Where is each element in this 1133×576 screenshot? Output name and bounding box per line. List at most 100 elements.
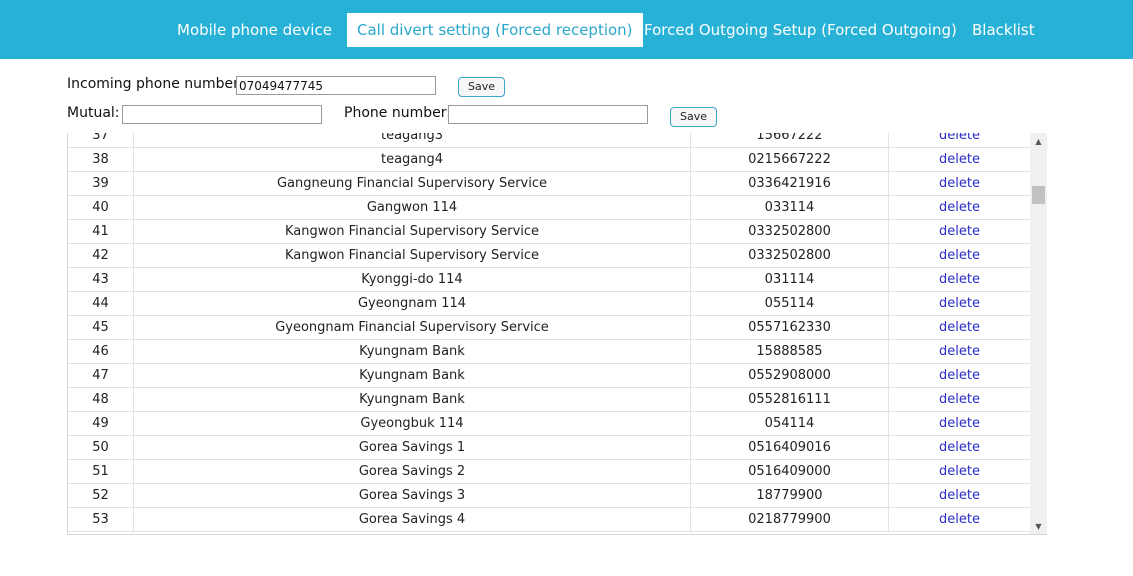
row-delete-link[interactable]: delete: [888, 172, 1030, 196]
row-number: 52: [92, 488, 109, 503]
add-save-button[interactable]: Save: [670, 107, 717, 127]
scroll-down-arrow-icon[interactable]: ▼: [1030, 518, 1047, 534]
row-number: 48: [92, 392, 109, 407]
row-mutual-name: Kangwon Financial Supervisory Service: [133, 244, 690, 268]
row-delete-link[interactable]: delete: [888, 388, 1030, 412]
table-scrollbar[interactable]: ▲ ▼: [1030, 133, 1047, 534]
row-mutual-name: Gangwon 114: [133, 196, 690, 220]
row-number: 46: [92, 344, 109, 359]
row-phone-number: 0516409016: [690, 436, 888, 460]
table-row: 41 Kangwon Financial Supervisory Service 0…: [68, 220, 1030, 244]
row-mutual-name: Gangneung Financial Supervisory Service: [133, 172, 690, 196]
table-row: 47 Kyungnam Bank 0552908000 delete: [68, 364, 1030, 388]
row-delete-link[interactable]: delete: [888, 268, 1030, 292]
row-delete-link[interactable]: delete: [888, 364, 1030, 388]
tab-call-divert-setting[interactable]: Call divert setting (Forced reception): [347, 13, 643, 47]
scroll-up-arrow-icon[interactable]: ▲: [1030, 133, 1047, 150]
table-row: 39 Gangneung Financial Supervisory Servic…: [68, 172, 1030, 196]
table-row: 50 Gorea Savings 1 0516409016 delete: [68, 436, 1030, 460]
row-mutual-name: Kyungnam Bank: [133, 388, 690, 412]
row-mutual-name: Gyeongbuk 114: [133, 412, 690, 436]
row-delete-link[interactable]: delete: [888, 316, 1030, 340]
row-number: 40: [92, 200, 109, 215]
row-delete-link[interactable]: delete: [888, 133, 1030, 148]
phone-number-label: Phone number:: [344, 105, 451, 121]
row-phone-number: 0332502800: [690, 220, 888, 244]
table-row: 52 Gorea Savings 3 18779900 delete: [68, 484, 1030, 508]
table-row: 46 Kyungnam Bank 15888585 delete: [68, 340, 1030, 364]
top-nav-bar: Mobile phone device Call divert setting …: [0, 0, 1133, 59]
row-mutual-name: Gorea Savings 1: [133, 436, 690, 460]
row-delete-link[interactable]: delete: [888, 220, 1030, 244]
table-row: 38 teagang4 0215667222 delete: [68, 148, 1030, 172]
table-row: 40 Gangwon 114 033114 delete: [68, 196, 1030, 220]
row-delete-link[interactable]: delete: [888, 292, 1030, 316]
row-delete-link[interactable]: delete: [888, 196, 1030, 220]
table-row: 37 teagang3 15667222 delete: [68, 133, 1030, 148]
row-phone-number: 054114: [690, 412, 888, 436]
table-row: 48 Kyungnam Bank 0552816111 delete: [68, 388, 1030, 412]
row-number: 43: [92, 272, 109, 287]
row-delete-link[interactable]: delete: [888, 244, 1030, 268]
row-phone-number: 055114: [690, 292, 888, 316]
incoming-save-button[interactable]: Save: [458, 77, 505, 97]
row-phone-number: 031114: [690, 268, 888, 292]
row-mutual-name: teagang3: [133, 133, 690, 148]
row-number: 53: [92, 512, 109, 527]
mutual-label: Mutual:: [67, 105, 120, 121]
table-row: 42 Kangwon Financial Supervisory Service 0…: [68, 244, 1030, 268]
row-number: 38: [92, 152, 109, 167]
row-delete-link[interactable]: delete: [888, 148, 1030, 172]
row-phone-number: 0336421916: [690, 172, 888, 196]
row-mutual-name: Gyeongnam 114: [133, 292, 690, 316]
row-phone-number: 0218779900: [690, 508, 888, 532]
row-number: 51: [92, 464, 109, 479]
row-delete-link[interactable]: delete: [888, 484, 1030, 508]
row-mutual-name: Gorea Savings 4: [133, 508, 690, 532]
row-delete-link[interactable]: delete: [888, 340, 1030, 364]
row-delete-link[interactable]: delete: [888, 412, 1030, 436]
row-mutual-name: Kyungnam Bank: [133, 340, 690, 364]
table-row: 43 Kyonggi-do 114 031114 delete: [68, 268, 1030, 292]
incoming-phone-input[interactable]: [236, 76, 436, 95]
row-number: 50: [92, 440, 109, 455]
row-phone-number: 15888585: [690, 340, 888, 364]
row-number: 47: [92, 368, 109, 383]
row-number: 42: [92, 248, 109, 263]
table-row: 44 Gyeongnam 114 055114 delete: [68, 292, 1030, 316]
row-number: 45: [92, 320, 109, 335]
row-mutual-name: Kyungnam Bank: [133, 364, 690, 388]
table-row: 51 Gorea Savings 2 0516409000 delete: [68, 460, 1030, 484]
row-number: 39: [92, 176, 109, 191]
row-phone-number: 033114: [690, 196, 888, 220]
row-mutual-name: teagang4: [133, 148, 690, 172]
row-delete-link[interactable]: delete: [888, 508, 1030, 532]
table-row: 49 Gyeongbuk 114 054114 delete: [68, 412, 1030, 436]
divert-list-table: 37 teagang3 15667222 delete 38 teagang4 021566…: [67, 133, 1047, 535]
row-delete-link[interactable]: delete: [888, 460, 1030, 484]
tab-blacklist[interactable]: Blacklist: [972, 13, 1035, 47]
scrollbar-thumb[interactable]: [1032, 186, 1045, 204]
row-phone-number: 0215667222: [690, 148, 888, 172]
row-mutual-name: Kyonggi-do 114: [133, 268, 690, 292]
incoming-phone-label: Incoming phone number:: [67, 76, 244, 92]
tab-forced-outgoing-setup[interactable]: Forced Outgoing Setup (Forced Outgoing): [644, 13, 957, 47]
row-mutual-name: Gorea Savings 2: [133, 460, 690, 484]
table-row: 53 Gorea Savings 4 0218779900 delete: [68, 508, 1030, 532]
row-phone-number: 0552816111: [690, 388, 888, 412]
row-phone-number: 0332502800: [690, 244, 888, 268]
phone-number-input[interactable]: [448, 105, 648, 124]
row-phone-number: 0552908000: [690, 364, 888, 388]
row-number: 41: [92, 224, 109, 239]
row-phone-number: 0516409000: [690, 460, 888, 484]
row-mutual-name: Kangwon Financial Supervisory Service: [133, 220, 690, 244]
row-mutual-name: Gyeongnam Financial Supervisory Service: [133, 316, 690, 340]
row-number: 37: [92, 133, 109, 143]
row-delete-link[interactable]: delete: [888, 436, 1030, 460]
row-number: 49: [92, 416, 109, 431]
tab-mobile-phone-device[interactable]: Mobile phone device: [177, 13, 332, 47]
table-row: 45 Gyeongnam Financial Supervisory Servic…: [68, 316, 1030, 340]
mutual-input[interactable]: [122, 105, 322, 124]
table-body: 37 teagang3 15667222 delete 38 teagang4 021566…: [68, 133, 1030, 532]
row-number: 44: [92, 296, 109, 311]
